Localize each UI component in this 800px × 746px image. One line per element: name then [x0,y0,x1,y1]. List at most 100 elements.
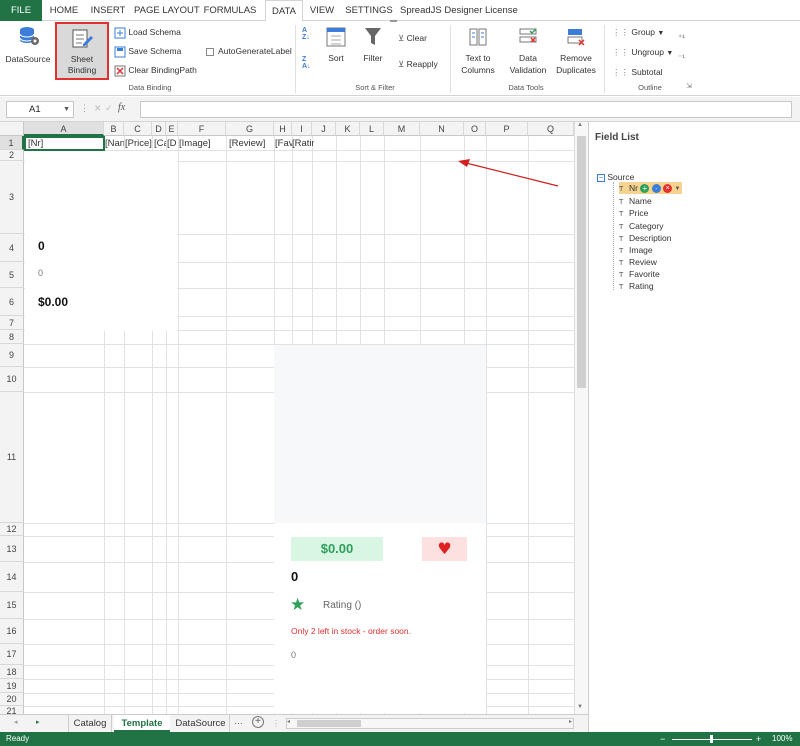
load-schema-button[interactable]: Load Schema [114,25,181,39]
row-header[interactable]: 18 [0,665,24,679]
outline-settings-icon[interactable]: ⇲ [686,82,692,90]
group-button[interactable]: ⋮⋮ Group ▼ [612,25,664,39]
scrollbar-thumb[interactable] [297,720,361,727]
tab-formulas[interactable]: FORMULAS [202,0,258,21]
row-header[interactable]: 10 [0,367,24,392]
column-header[interactable]: M [384,122,420,136]
sheet-tab-template[interactable]: Template [114,715,170,732]
column-header[interactable]: J [312,122,336,136]
filter-button[interactable]: Filter [358,25,388,81]
row-header[interactable]: 2 [0,150,24,161]
field-item-price[interactable]: T Price [619,207,648,219]
cell-a6[interactable]: $0.00 [38,295,68,309]
row-header[interactable]: 11 [0,392,24,523]
tab-license[interactable]: SpreadJS Designer License [400,0,518,21]
save-schema-button[interactable]: Save Schema [114,44,181,58]
scroll-down-icon[interactable]: ▼ [577,704,583,710]
sort-az-icon[interactable]: A Z↓ [302,27,316,41]
sort-za-icon[interactable]: Z A↓ [302,56,316,70]
zoom-level[interactable]: 100% [772,732,792,746]
column-header[interactable]: F [178,122,226,136]
text-to-columns-button[interactable]: Text to Columns [456,25,500,81]
row-header[interactable]: 4 [0,234,24,262]
vertical-scrollbar[interactable]: ▲ ▼ [574,122,588,714]
row-header[interactable]: 3 [0,161,24,234]
column-header[interactable]: I [292,122,312,136]
ribbon-collapse-grip[interactable]: ▬ [390,17,406,24]
row-header[interactable]: 16 [0,619,24,644]
show-detail-icon[interactable]: ⁺¹ [678,33,685,42]
row-header[interactable]: 21 [0,706,24,714]
field-item-image[interactable]: T Image [619,244,653,256]
name-box[interactable]: A1 ▼ [6,101,74,118]
column-header[interactable]: A [24,122,104,136]
row-header[interactable]: 12 [0,523,24,536]
field-item-review[interactable]: T Review [619,256,657,268]
data-validation-button[interactable]: Data Validation [506,25,550,81]
tab-splitter-icon[interactable]: ⋮ [272,719,280,728]
more-sheets-icon[interactable]: … [234,716,243,726]
row-header[interactable]: 7 [0,316,24,330]
subtotal-button[interactable]: ⋮⋮ Subtotal [612,65,663,79]
collapse-icon[interactable]: − [597,173,605,182]
column-header[interactable]: K [336,122,360,136]
tab-settings[interactable]: SETTINGS [343,0,395,21]
cell-b1[interactable]: [Nan [105,138,124,150]
spreadsheet-grid[interactable]: A B C D E F G H I J K L M N O P Q 1 2 3 … [0,122,574,714]
scroll-left-icon[interactable]: ◂ [14,718,18,726]
column-header[interactable]: P [486,122,528,136]
formula-input[interactable] [140,101,792,118]
hide-detail-icon[interactable]: ⁻¹ [678,53,685,62]
column-header[interactable]: O [464,122,486,136]
row-header[interactable]: 15 [0,592,24,619]
cell-f1[interactable]: [Image] [179,138,225,150]
cell-a5[interactable]: 0 [38,268,43,278]
chevron-down-icon[interactable]: ▼ [674,186,680,192]
column-header[interactable]: G [226,122,274,136]
scroll-right-icon[interactable]: ▸ [569,718,572,725]
cell-a4[interactable]: 0 [38,239,45,253]
sheet-tab-datasource[interactable]: DataSource [172,715,230,732]
row-header[interactable]: 8 [0,330,24,344]
sheet-binding-button[interactable]: Sheet Binding [55,22,109,80]
row-header[interactable]: 6 [0,288,24,316]
cell-d1[interactable]: [Ca [154,138,166,150]
row-header[interactable]: 5 [0,262,24,288]
sort-button[interactable]: Sort [322,25,350,81]
clear-filter-button[interactable]: ⊻ Clear [398,31,427,45]
tab-page-layout[interactable]: PAGE LAYOUT [134,0,200,21]
tab-insert[interactable]: INSERT [86,0,130,21]
column-header[interactable]: H [274,122,292,136]
field-item-description[interactable]: T Description [619,232,672,244]
column-header[interactable]: L [360,122,384,136]
add-icon[interactable]: + [640,184,650,194]
cell-a1[interactable]: [Nr] [24,136,105,151]
field-item-name[interactable]: T Name [619,195,652,207]
tab-file[interactable]: FILE [0,0,42,21]
column-header[interactable]: N [420,122,464,136]
clear-binding-path-button[interactable]: Clear BindingPath [114,63,197,77]
zoom-slider-thumb[interactable] [710,735,713,743]
column-header[interactable]: E [166,122,178,136]
row-header[interactable]: 20 [0,693,24,706]
cell-g1[interactable]: [Review] [229,138,273,150]
zoom-out-icon[interactable]: − [660,732,665,746]
ungroup-button[interactable]: ⋮⋮ Ungroup ▼ [612,45,673,59]
cell-e1[interactable]: [D [167,138,178,150]
add-sheet-icon[interactable]: + [252,716,264,728]
cell-i1[interactable]: [Ratin [292,138,314,150]
confirm-icon[interactable]: ✓ [105,103,113,114]
tab-home[interactable]: HOME [46,0,82,21]
scroll-up-icon[interactable]: ▲ [577,122,583,128]
sheet-tab-catalog[interactable]: Catalog [68,715,112,732]
scroll-left-icon[interactable]: ◂ [287,718,290,725]
field-item-nr[interactable]: T Nr + · × ▼ [619,182,683,194]
column-header[interactable]: C [124,122,152,136]
field-item-rating[interactable]: T Rating [619,280,654,292]
row-header[interactable]: 19 [0,679,24,693]
delete-icon[interactable]: × [663,184,673,194]
row-header[interactable]: 13 [0,536,24,562]
tab-view[interactable]: VIEW [307,0,337,21]
scrollbar-thumb[interactable] [577,136,586,388]
cell-h1[interactable]: [Fav [275,138,292,150]
